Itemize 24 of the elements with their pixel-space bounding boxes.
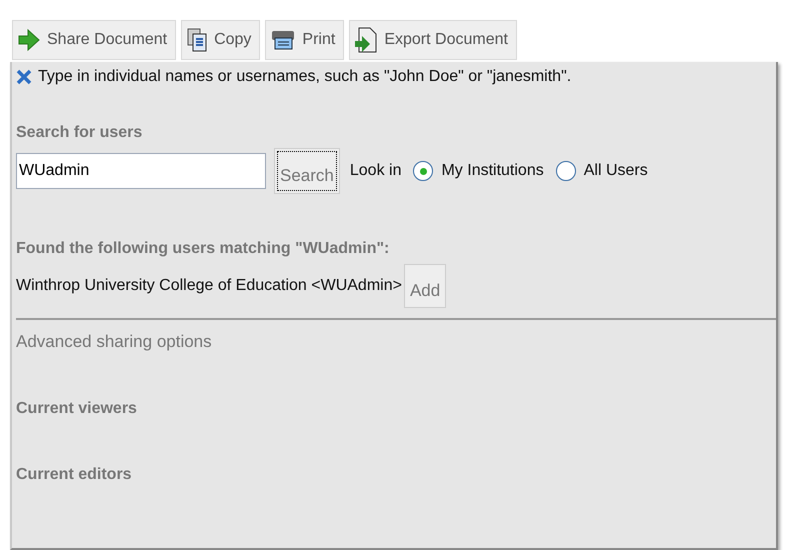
- user-name: Winthrop University College of Education <WUAdmin>: [16, 277, 402, 295]
- advanced-options-link[interactable]: Advanced sharing options: [16, 332, 212, 352]
- document-icon: [186, 28, 208, 52]
- radio-label: My Institutions: [441, 162, 544, 180]
- hint-text: Type in individual names or usernames, such as "John Doe" or "janesmith".: [38, 68, 572, 86]
- printer-icon: [270, 29, 296, 51]
- radio-button[interactable]: [413, 161, 434, 181]
- document-icon: [354, 27, 378, 53]
- section-heading: Current viewers: [16, 400, 138, 418]
- search-button[interactable]: Search: [274, 148, 340, 194]
- toolbar-button[interactable]: Print: [265, 20, 344, 60]
- search-field[interactable]: WUadmin: [16, 153, 266, 189]
- section-heading: Search for users: [16, 124, 144, 142]
- look-in-label: Look in: [350, 162, 402, 180]
- section-heading: Current editors: [16, 466, 133, 484]
- arrow-icon: [17, 28, 41, 52]
- radio-button[interactable]: [556, 161, 576, 181]
- section-heading: Found the following users matching "WUadmin":: [16, 240, 390, 258]
- add-button[interactable]: Add: [404, 264, 446, 308]
- toolbar-button[interactable]: Copy: [181, 20, 260, 60]
- toolbar-button[interactable]: Export Document: [349, 20, 517, 60]
- toolbar-button[interactable]: Share Document: [12, 20, 176, 60]
- close-icon[interactable]: [16, 69, 32, 85]
- radio-label: All Users: [584, 162, 648, 180]
